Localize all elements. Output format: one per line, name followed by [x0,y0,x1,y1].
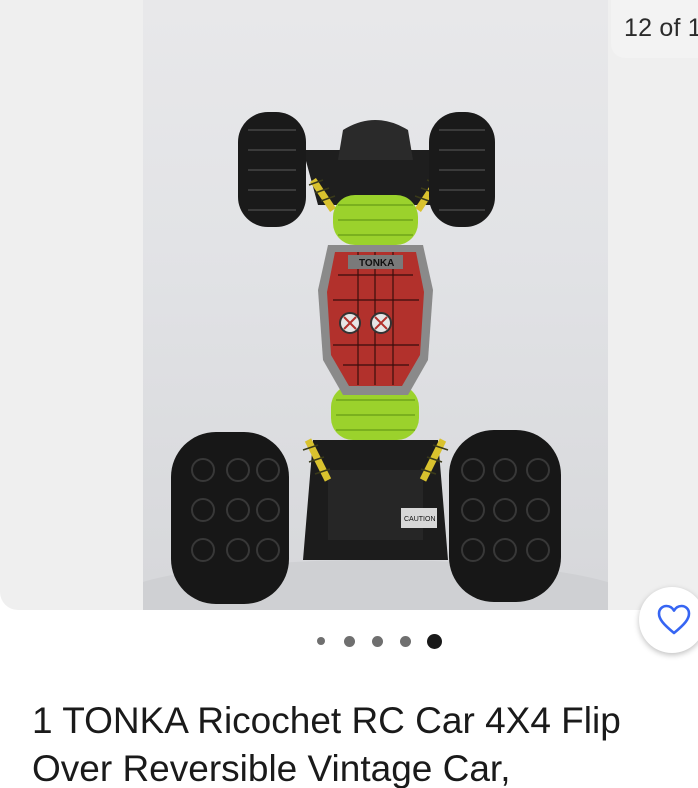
item-page: CAUTION TONKA 12 of 1 1 TONKA Ricochet R… [0,0,698,788]
image-counter: 12 of 1 [611,0,698,58]
carousel-dot[interactable] [343,635,355,647]
warning-label: CAUTION [404,516,436,523]
model-badge: TONKA [359,258,394,269]
carousel-dot[interactable] [317,637,325,645]
image-gallery[interactable]: CAUTION TONKA 12 of 1 [0,0,698,610]
item-title-line-1: 1 TONKA Ricochet RC Car 4X4 Flip [32,700,621,741]
carousel-dot[interactable] [399,635,411,647]
item-title-line-2: Over Reversible Vintage Car, [32,748,511,788]
carousel-dots[interactable] [0,631,698,651]
carousel-dot[interactable] [371,635,383,647]
product-image[interactable]: CAUTION TONKA [143,0,608,610]
rc-car-image: CAUTION TONKA [143,112,608,610]
carousel-dot-active[interactable] [426,633,442,649]
item-title: 1 TONKA Ricochet RC Car 4X4 Flip Over Re… [32,697,698,788]
